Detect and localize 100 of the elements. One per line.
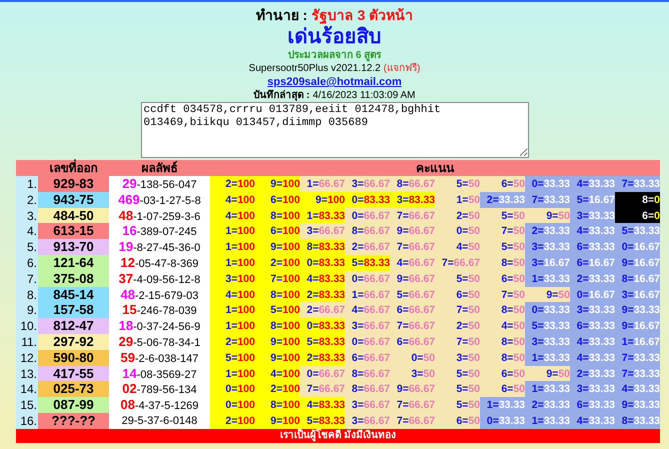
score-cell: 2=83.33 bbox=[300, 286, 345, 302]
score-cell: 0=83.33 bbox=[300, 254, 345, 271]
score-cell: 8=100 bbox=[255, 318, 300, 334]
score-cell: 7=66.67 bbox=[390, 208, 435, 224]
score-cell: 5=100 bbox=[255, 302, 300, 318]
score-cell: 3=100 bbox=[210, 270, 255, 287]
score-cell: 3=66.67 bbox=[300, 223, 345, 240]
score-cell: 8=100 bbox=[255, 397, 300, 413]
email-link[interactable]: sps209sale@hotmail.com bbox=[267, 75, 402, 89]
score-cell: 2=100 bbox=[255, 254, 300, 271]
score-cell: 7=66.67 bbox=[390, 318, 435, 334]
score-cell: 3=33.33 bbox=[525, 239, 570, 255]
score-cell: 4=66.67 bbox=[390, 254, 435, 271]
score-cell: 3=66.67 bbox=[345, 412, 390, 429]
score-cell: 5=66.67 bbox=[390, 286, 435, 302]
saved-time: 4/16/2023 11:03:09 AM bbox=[312, 89, 416, 102]
score-cell: 8=100 bbox=[255, 286, 300, 302]
column-header: เลขที่ออก bbox=[48, 160, 98, 176]
score-cell: 2=50 bbox=[435, 208, 480, 224]
score-cell: 8=83.33 bbox=[300, 239, 345, 255]
score-cell: 7=66.67 bbox=[300, 381, 345, 398]
score-cell: 5=50 bbox=[435, 397, 480, 413]
score-cell: 2=66.67 bbox=[300, 302, 345, 318]
score-cell: 0=83.33 bbox=[345, 192, 390, 208]
row-number: 11. bbox=[16, 334, 38, 350]
predict-value: รัฐบาล 3 ตัวหน้า bbox=[311, 6, 414, 24]
score-cell: 2=100 bbox=[210, 412, 255, 429]
score-cell: 3=33.33 bbox=[570, 381, 615, 398]
score-cell: 1=66.67 bbox=[300, 176, 345, 192]
score-cell: 7=100 bbox=[255, 270, 300, 287]
result-cell: 087-99 bbox=[38, 397, 109, 413]
score-cell: 3=83.33 bbox=[390, 192, 435, 208]
score-cell: 1=100 bbox=[210, 366, 255, 382]
score-cell: 5=83.33 bbox=[300, 412, 345, 429]
score-cell: 6=33.33 bbox=[570, 239, 615, 255]
result-cell: 484-50 bbox=[38, 208, 109, 224]
score-cell: 8=16.67 bbox=[615, 270, 660, 287]
score-cell: 3=16.67 bbox=[615, 286, 660, 302]
score-cell: 4=83.33 bbox=[300, 270, 345, 287]
score-cell: 9=33.33 bbox=[615, 397, 660, 413]
score-cell: 8=50 bbox=[480, 334, 525, 350]
score-cell: 7=66.67 bbox=[390, 239, 435, 255]
formula-cell: 18-0-37-24-56-9 bbox=[109, 318, 210, 334]
saved-label: บันทึกล่าสุด : bbox=[254, 89, 310, 102]
score-cell: 8=66.67 bbox=[345, 366, 390, 382]
score-cell: 6=50 bbox=[480, 366, 525, 382]
score-cell: 1=33.33 bbox=[525, 350, 570, 366]
row-number: 12. bbox=[16, 350, 38, 366]
score-cell: 7=50 bbox=[480, 286, 525, 302]
score-cell: 0=66.67 bbox=[345, 270, 390, 287]
score-cell: 9=66.67 bbox=[390, 223, 435, 240]
score-cell: 0=16.67 bbox=[615, 239, 660, 255]
score-cell: 5=50 bbox=[435, 270, 480, 287]
column-header: คะแนน bbox=[415, 160, 456, 176]
score-cell: 4=33.33 bbox=[570, 350, 615, 366]
row-number: 16. bbox=[16, 412, 38, 429]
formula-cell: 48-2-15-679-03 bbox=[109, 286, 210, 302]
score-cell: 6=50 bbox=[480, 176, 525, 192]
score-cell: 8=66.67 bbox=[345, 381, 390, 398]
score-cell: 6=66.67 bbox=[390, 334, 435, 350]
row-number: 6. bbox=[16, 254, 38, 271]
formula-cell: 29-5-06-78-34-1 bbox=[109, 334, 210, 350]
row-number: 15. bbox=[16, 397, 38, 413]
formula-cell: 08-4-37-5-1269 bbox=[109, 397, 210, 413]
score-cell: 1=16.67 bbox=[615, 334, 660, 350]
score-cell: 2=100 bbox=[210, 334, 255, 350]
score-cell: 3=66.67 bbox=[345, 397, 390, 413]
score-cell: 0=33.33 bbox=[525, 176, 570, 192]
row-number: 2. bbox=[16, 192, 38, 208]
formula-cell: 16-389-07-245 bbox=[109, 223, 210, 240]
score-cell: 5=50 bbox=[435, 176, 480, 192]
formula-cell: 59-2-6-038-147 bbox=[109, 350, 210, 366]
score-cell: 0=50 bbox=[435, 223, 480, 240]
score-cell: 6=100 bbox=[255, 223, 300, 240]
result-cell: 375-08 bbox=[38, 270, 109, 287]
score-cell: 3=66.67 bbox=[345, 318, 390, 334]
score-cell: 7=50 bbox=[435, 302, 480, 318]
score-cell: 4=66.67 bbox=[345, 302, 390, 318]
score-cell: 6=50 bbox=[435, 412, 480, 429]
formula-cell: 12-05-47-8-369 bbox=[109, 254, 210, 271]
score-cell: 0=66.67 bbox=[345, 208, 390, 224]
score-cell: 4=33.33 bbox=[570, 176, 615, 192]
score-cell: 5=16.67 bbox=[570, 192, 615, 208]
score-cell: 7=33.33 bbox=[615, 366, 660, 382]
result-cell: 590-80 bbox=[38, 350, 109, 366]
score-cell: 3=33.33 bbox=[525, 334, 570, 350]
score-cell: 7=33.33 bbox=[525, 192, 570, 208]
result-cell: 929-83 bbox=[38, 176, 109, 192]
formula-cell: 48-1-07-259-3-6 bbox=[109, 208, 210, 224]
score-cell: 5=33.33 bbox=[525, 318, 570, 334]
score-cell: 0=83.33 bbox=[300, 318, 345, 334]
score-cell: 1=33.33 bbox=[525, 270, 570, 287]
page-title: เด่นร้อยสิบ bbox=[288, 24, 382, 50]
free-tag: (แจกฟรี) bbox=[384, 62, 420, 75]
score-cell: 5=83.33 bbox=[345, 254, 390, 271]
formulas-field[interactable]: ccdft 034578,crrru 013789,eeiit 012478,bghhit 013469,biikqu 013457,diimmp 035689 bbox=[140, 102, 528, 158]
score-cell: 9=50 bbox=[525, 286, 570, 302]
row-number: 5. bbox=[16, 239, 38, 255]
score-cell: 4=100 bbox=[210, 286, 255, 302]
score-cell: 3=33.33 bbox=[570, 208, 615, 224]
